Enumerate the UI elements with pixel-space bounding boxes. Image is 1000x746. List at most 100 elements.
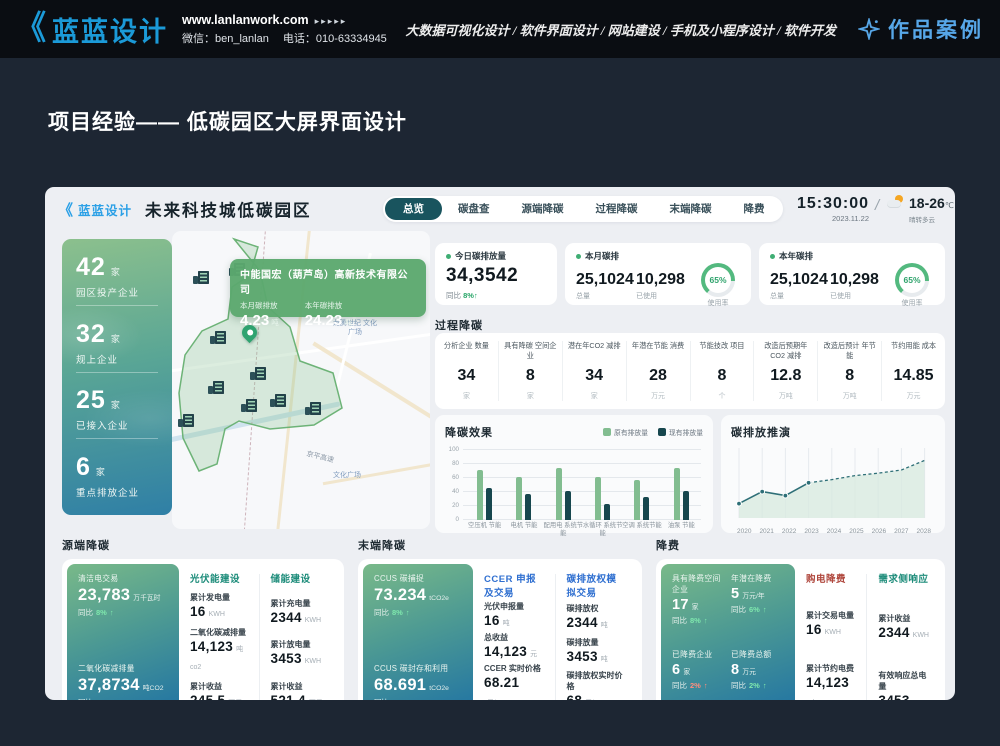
metric-label: 累计发电量 [190, 592, 248, 603]
lanlan-logo-icon: 《 [16, 13, 46, 46]
metric-value: 2344 [271, 610, 302, 625]
portfolio-button[interactable]: 作品案例 [858, 14, 984, 44]
gradient-stat: 年潜在降费5万元/年同比6%↑ [731, 573, 784, 643]
tab-item-0[interactable]: 总览 [385, 198, 442, 220]
tab-item-1[interactable]: 碳盘查 [442, 198, 506, 220]
metric-label: 碳排放权 [567, 603, 627, 614]
bar-original [516, 477, 522, 520]
metric-label: 累计节约电费 [806, 663, 855, 674]
building-marker-icon[interactable] [255, 367, 266, 380]
building-marker-icon[interactable] [213, 381, 224, 394]
section-card: CCUS 碳捕捉73.234tCO2e同比8%↑ CCUS 碳封存和利用68.69… [358, 559, 642, 700]
sun-cloud-icon [887, 195, 905, 211]
building-marker-icon[interactable] [275, 394, 286, 407]
metric-delta: 同比2%↑ [731, 680, 784, 691]
weather-widget: 18-26℃ 晴转多云 [887, 195, 954, 224]
sidebar-stat: 32家规上企业 [76, 316, 158, 373]
process-label: 改造后预期年 CO2 减排 [758, 341, 813, 361]
section-column: 购电降费累计交易电量16KWH累计节约电费14,123吨co2 [795, 564, 866, 700]
stat-value: 25,1024 [576, 271, 636, 289]
emission-projection-panel: 碳排放推演 2020202120222023202420252026202720… [721, 415, 945, 533]
process-label: 具有降碳 空间企业 [503, 341, 558, 361]
metric-unit: 家 [692, 601, 699, 611]
tab-item-3[interactable]: 过程降碳 [580, 198, 654, 220]
tab-item-4[interactable]: 末端降碳 [654, 198, 728, 220]
metric-value: 8 [731, 662, 739, 678]
stat-sub: 已使用 [636, 291, 696, 301]
clock-time: 15:30:00 [793, 195, 869, 213]
building-marker-icon[interactable] [310, 402, 321, 415]
green-dot-icon [770, 254, 775, 259]
metric-unit: 万千瓦时 [133, 592, 160, 602]
year-tick: 2025 [849, 528, 863, 535]
section-card: 具有降费空间企业17家同比8%↑年潜在降费5万元/年同比6%↑已降费企业6家同比… [656, 559, 945, 700]
bar-original [674, 468, 680, 521]
metric: 总收益14,123元 [484, 632, 544, 661]
metric-unit: 吨 [601, 622, 608, 629]
dashboard-title: 未来科技城低碳园区 [145, 197, 312, 221]
metric-value: 14,123 [190, 639, 233, 654]
top-cards-row: 今日碳排放量 34,3542 同比 8%↑ 本月碳排 25,1024总量 10,… [435, 243, 945, 305]
line-x-axis: 202020212022202320242025202620272028 [731, 528, 935, 535]
card-delta: 同比 8%↑ [446, 290, 546, 301]
metric-delta: 同比2%↑ [672, 680, 725, 691]
website-link[interactable]: www.lanlanwork.com▸▸▸▸▸ [182, 13, 387, 27]
year-tick: 2028 [917, 528, 931, 535]
dashboard-screenshot: 《 蓝蓝设计 未来科技城低碳园区 总览碳盘查源端降碳过程降碳末端降碳降费 15:… [45, 187, 955, 700]
building-marker-icon[interactable] [198, 271, 209, 284]
process-label: 潜在年CO2 减排 [567, 341, 622, 361]
site-logo[interactable]: 《 蓝蓝设计 [16, 10, 168, 49]
weather-unit: ℃ [945, 201, 954, 210]
bar-original [477, 470, 483, 520]
arrow-icon: ↓ [406, 698, 410, 700]
metric-label: 二氧化碳减排量 [78, 663, 168, 674]
process-unit: 万吨 [758, 391, 813, 401]
stat-label: 规上企业 [76, 352, 158, 366]
year-tick: 2022 [782, 528, 796, 535]
metric-value: 68.21 [484, 675, 519, 690]
bar-category-label: 油泵 节能 [660, 522, 702, 530]
weather-desc: 晴转多云 [909, 214, 954, 224]
process-item: 改造后预期年 CO2 减排12.8万吨 [754, 341, 818, 401]
sidebar-stat: 25家已接入企业 [76, 382, 158, 439]
year-emission-value: 24.23吨 [305, 312, 352, 329]
website-url: www.lanlanwork.com [182, 13, 309, 27]
gradient-panel: 清洁电交易23,783万千瓦时同比8%↑二氧化碳减排量37,8734吨CO2同比… [67, 564, 179, 700]
metric-value: 3453 [271, 651, 302, 666]
site-header: 《 蓝蓝设计 www.lanlanwork.com▸▸▸▸▸ 微信：ben_la… [0, 0, 1000, 58]
gradient-panel: 具有降费空间企业17家同比8%↑年潜在降费5万元/年同比6%↑已降费企业6家同比… [661, 564, 795, 700]
tab-item-2[interactable]: 源端降碳 [506, 198, 580, 220]
metric-label: CCUS 碳封存和利用 [374, 663, 462, 674]
portfolio-label: 作品案例 [888, 14, 984, 44]
stat-unit: 家 [111, 398, 120, 411]
divider-slash: / [875, 197, 879, 214]
park-map[interactable]: 龙腾世纪 文化广场京平高速文化广场 中能国宏（葫芦岛）高新技术有限公司 本月碳排… [172, 231, 430, 529]
building-marker-icon[interactable] [183, 414, 194, 427]
stat-value: 10,298 [830, 271, 890, 289]
gradient-stat: CCUS 碳封存和利用68.691tCO2e同比2%↓ [374, 663, 462, 700]
gradient-stat: CCUS 碳捕捉73.234tCO2e同比8%↑ [374, 573, 462, 618]
card-label: 本月碳排 [585, 250, 619, 262]
company-name: 中能国宏（葫芦岛）高新技术有限公司 [240, 266, 416, 296]
process-unit: 家 [439, 391, 494, 401]
legend-label: 现有排放量 [669, 427, 703, 437]
tab-item-5[interactable]: 降费 [728, 198, 781, 220]
metric-label: 累计收益 [271, 681, 329, 692]
metric-unit: tCO2e [429, 595, 449, 602]
metric-value: 73.234 [374, 586, 426, 605]
metric-label: 光伏申报量 [484, 601, 544, 612]
wechat-label: 微信：ben_lanlan [182, 30, 269, 46]
metric-label: 累计放电量 [271, 639, 329, 650]
section-column: 需求侧响应累计收益2344KWH有效响应总电量3453KWH [867, 564, 940, 700]
metric: 累计收益2344KWH [878, 613, 929, 642]
building-marker-icon[interactable] [215, 331, 226, 344]
bar-group: 空压机 节能 [477, 450, 492, 520]
process-value: 28 [631, 367, 686, 385]
metric: 碳排放量3453吨 [567, 637, 627, 666]
metric-value: 6 [672, 662, 680, 678]
building-marker-icon[interactable] [246, 399, 257, 412]
bottom-section-1: 末端降碳CCUS 碳捕捉73.234tCO2e同比8%↑CCUS 碳封存和利用6… [358, 537, 642, 700]
metric-value: 68 [567, 693, 583, 700]
metric-value: 521.4 [271, 693, 306, 700]
process-section-title: 过程降碳 [435, 317, 483, 333]
